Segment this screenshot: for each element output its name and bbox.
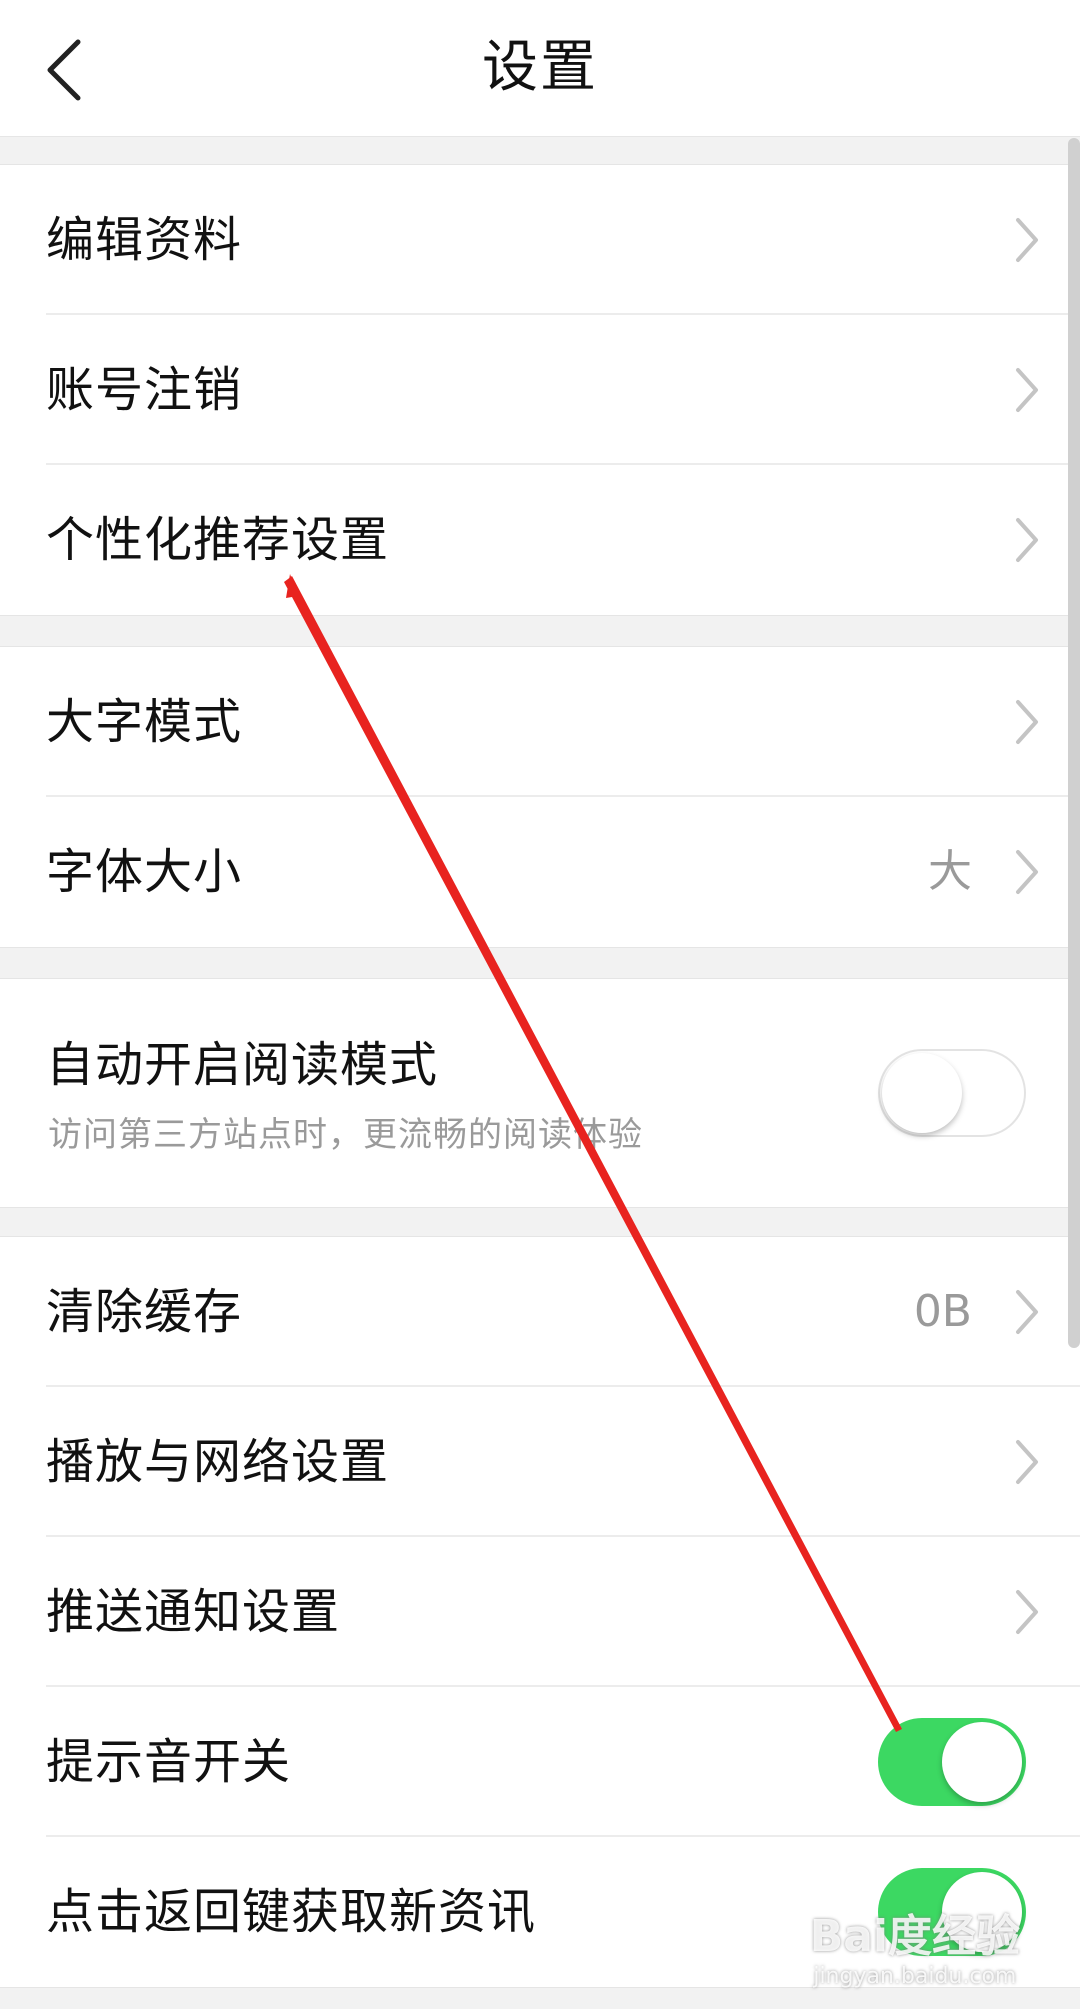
row-account-deletion[interactable]: 账号注销 bbox=[0, 315, 1080, 465]
chevron-right-icon bbox=[1016, 1590, 1038, 1634]
row-font-size[interactable]: 字体大小 大 bbox=[0, 797, 1080, 947]
chevron-right-icon bbox=[1016, 1290, 1038, 1334]
row-label: 点击返回键获取新资讯 bbox=[46, 1884, 537, 1940]
row-label: 字体大小 bbox=[46, 844, 243, 900]
row-edit-profile[interactable]: 编辑资料 bbox=[0, 165, 1080, 315]
chevron-right-icon bbox=[1016, 1440, 1038, 1484]
chevron-right-icon bbox=[1016, 218, 1038, 262]
row-push-notification-settings[interactable]: 推送通知设置 bbox=[0, 1537, 1080, 1687]
display-settings-group: 大字模式 字体大小 大 bbox=[0, 646, 1080, 948]
account-settings-group: 编辑资料 账号注销 个性化推荐设置 bbox=[0, 164, 1080, 616]
watermark-logo: Bai度经验 bbox=[809, 1911, 1020, 1962]
row-large-text-mode[interactable]: 大字模式 bbox=[0, 647, 1080, 797]
auto-reading-mode-toggle[interactable] bbox=[878, 1049, 1026, 1137]
row-label: 提示音开关 bbox=[46, 1734, 292, 1790]
reading-mode-group: 自动开启阅读模式 访问第三方站点时，更流畅的阅读体验 bbox=[0, 978, 1080, 1208]
row-sound-toggle: 提示音开关 bbox=[0, 1687, 1080, 1837]
page-title: 设置 bbox=[482, 35, 598, 100]
top-bar: 设置 bbox=[0, 0, 1080, 137]
sound-toggle[interactable] bbox=[878, 1718, 1026, 1806]
row-label: 个性化推荐设置 bbox=[46, 512, 390, 568]
row-label: 账号注销 bbox=[46, 362, 243, 418]
cache-size-value: 0B bbox=[913, 1286, 972, 1337]
watermark-url: jingyan.baidu.com bbox=[813, 1964, 1017, 1989]
watermark: Bai度经验 jingyan.baidu.com bbox=[810, 1900, 1020, 1989]
row-label: 播放与网络设置 bbox=[46, 1434, 390, 1490]
row-auto-reading-mode: 自动开启阅读模式 访问第三方站点时，更流畅的阅读体验 bbox=[0, 979, 1080, 1207]
row-label: 清除缓存 bbox=[46, 1284, 243, 1340]
chevron-right-icon bbox=[1016, 700, 1038, 744]
row-subtitle: 访问第三方站点时，更流畅的阅读体验 bbox=[48, 1115, 643, 1155]
row-personalized-recommendation[interactable]: 个性化推荐设置 bbox=[0, 465, 1080, 615]
font-size-value: 大 bbox=[928, 846, 972, 897]
chevron-right-icon bbox=[1016, 518, 1038, 562]
toggle-knob bbox=[942, 1722, 1022, 1802]
toggle-knob bbox=[882, 1053, 962, 1133]
row-label: 大字模式 bbox=[46, 694, 243, 750]
general-settings-group: 清除缓存 0B 播放与网络设置 推送通知设置 提示音开关 点击返回键获取新资讯 bbox=[0, 1236, 1080, 1988]
row-label: 编辑资料 bbox=[46, 212, 243, 268]
chevron-right-icon bbox=[1016, 850, 1038, 894]
row-playback-network-settings[interactable]: 播放与网络设置 bbox=[0, 1387, 1080, 1537]
row-label: 自动开启阅读模式 bbox=[46, 1037, 439, 1093]
scrollbar[interactable] bbox=[1068, 138, 1080, 1348]
chevron-right-icon bbox=[1016, 368, 1038, 412]
row-label: 推送通知设置 bbox=[46, 1584, 341, 1640]
row-clear-cache[interactable]: 清除缓存 0B bbox=[0, 1237, 1080, 1387]
